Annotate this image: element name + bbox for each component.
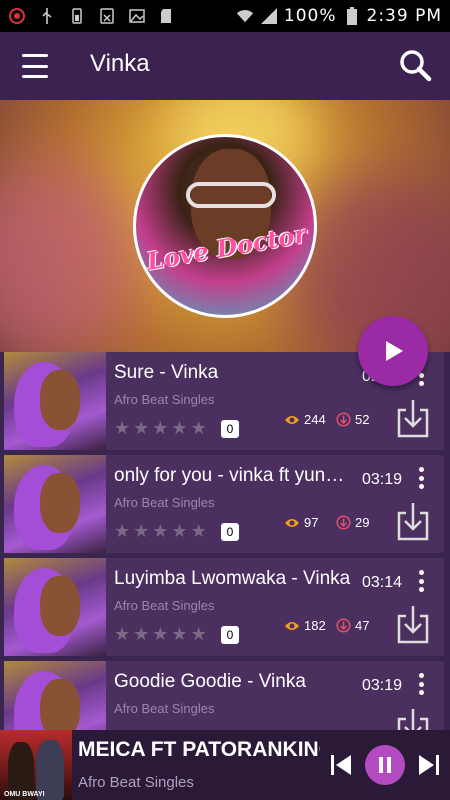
image-icon	[128, 7, 146, 25]
view-count: 97	[284, 515, 318, 530]
more-options-icon[interactable]	[418, 467, 424, 489]
song-title: Goodie Goodie - Vinka	[114, 671, 306, 692]
rating-stars[interactable]: ★ ★ ★ ★ ★	[114, 523, 207, 541]
download-icon	[397, 606, 429, 644]
thumbnail-label: OMU BWAYI	[4, 791, 45, 798]
star-icon[interactable]: ★	[152, 420, 168, 438]
usb-icon	[38, 7, 56, 25]
star-icon[interactable]: ★	[191, 420, 207, 438]
download-button[interactable]	[396, 501, 430, 541]
star-icon[interactable]: ★	[133, 626, 149, 644]
target-icon	[8, 7, 26, 25]
song-list[interactable]: Sure - Vinka Afro Beat Singles 02: ★★★★★…	[0, 352, 450, 730]
song-thumbnail	[4, 352, 106, 450]
now-playing-title: MEICA FT PATORANKING	[78, 738, 320, 761]
page-title: Vinka	[90, 50, 150, 77]
now-playing-subtitle: Afro Beat Singles	[78, 774, 194, 791]
download-circle-icon	[336, 618, 351, 633]
star-icon[interactable]: ★	[152, 626, 168, 644]
download-circle-icon	[336, 515, 351, 530]
song-title: Sure - Vinka	[114, 362, 219, 383]
download-count: 52	[336, 412, 369, 427]
star-icon[interactable]: ★	[114, 626, 130, 644]
sd-card-icon	[158, 7, 176, 25]
list-item[interactable]: only for you - vinka ft yung mulo Afro B…	[4, 455, 444, 553]
pause-icon	[379, 757, 391, 773]
star-icon[interactable]: ★	[114, 420, 130, 438]
download-button[interactable]	[396, 398, 430, 438]
album-cover: Love Doctor	[133, 134, 317, 318]
app-bar: Vinka	[0, 32, 450, 100]
star-icon[interactable]: ★	[152, 523, 168, 541]
song-subtitle: Afro Beat Singles	[114, 598, 215, 613]
play-button[interactable]	[358, 316, 428, 386]
next-button[interactable]	[416, 752, 442, 778]
list-item[interactable]: Goodie Goodie - Vinka Afro Beat Singles …	[4, 661, 444, 730]
play-icon	[386, 341, 403, 361]
song-thumbnail	[4, 661, 106, 730]
status-bar: 100% 2:39 PM	[0, 0, 450, 32]
download-count: 47	[336, 618, 369, 633]
rating-count: 0	[221, 420, 239, 438]
star-icon[interactable]: ★	[133, 420, 149, 438]
star-icon[interactable]: ★	[171, 626, 187, 644]
previous-button[interactable]	[328, 752, 354, 778]
downloads-value: 52	[355, 412, 370, 427]
eye-icon	[285, 518, 299, 527]
star-icon[interactable]: ★	[171, 523, 187, 541]
eye-icon	[285, 415, 299, 424]
downloads-value: 29	[355, 515, 370, 530]
download-circle-icon	[336, 412, 351, 427]
more-options-icon[interactable]	[418, 673, 424, 695]
skip-previous-icon	[331, 755, 351, 775]
song-duration: 03:19	[362, 471, 403, 488]
downloads-value: 47	[355, 618, 370, 633]
song-title: Luyimba Lwomwaka - Vinka	[114, 568, 351, 589]
star-icon[interactable]: ★	[191, 523, 207, 541]
song-thumbnail	[4, 558, 106, 656]
sim-icon	[98, 7, 116, 25]
clock: 2:39 PM	[366, 6, 442, 26]
download-button[interactable]	[396, 707, 430, 730]
list-item[interactable]: Luyimba Lwomwaka - Vinka Afro Beat Singl…	[4, 558, 444, 656]
download-icon	[397, 709, 429, 730]
wifi-icon	[236, 7, 254, 25]
song-duration: 03:14	[362, 574, 403, 591]
mini-player[interactable]: OMU BWAYI MEICA FT PATORANKING Afro Beat…	[0, 730, 450, 800]
search-icon[interactable]	[398, 48, 432, 82]
star-icon[interactable]: ★	[191, 626, 207, 644]
views-value: 244	[304, 412, 326, 427]
star-icon[interactable]: ★	[114, 523, 130, 541]
now-playing-thumbnail: OMU BWAYI	[0, 730, 72, 800]
menu-icon[interactable]	[22, 54, 48, 78]
star-icon[interactable]: ★	[171, 420, 187, 438]
download-count: 29	[336, 515, 369, 530]
rating-stars[interactable]: ★ ★ ★ ★ ★	[114, 420, 207, 438]
eye-icon	[285, 621, 299, 630]
song-subtitle: Afro Beat Singles	[114, 701, 215, 716]
song-duration: 03:19	[362, 677, 403, 694]
rating-stars[interactable]: ★ ★ ★ ★ ★	[114, 626, 207, 644]
song-title: only for you - vinka ft yung mulo	[114, 465, 354, 486]
view-count: 244	[284, 412, 326, 427]
download-icon	[397, 400, 429, 438]
views-value: 97	[304, 515, 319, 530]
signal-icon	[260, 7, 278, 25]
pause-button[interactable]	[365, 745, 405, 785]
star-icon[interactable]: ★	[133, 523, 149, 541]
song-subtitle: Afro Beat Singles	[114, 392, 215, 407]
battery-percent: 100%	[283, 6, 337, 26]
view-count: 182	[284, 618, 326, 633]
more-options-icon[interactable]	[418, 570, 424, 592]
song-thumbnail	[4, 455, 106, 553]
skip-next-icon	[419, 755, 439, 775]
song-subtitle: Afro Beat Singles	[114, 495, 215, 510]
rating-count: 0	[221, 523, 239, 541]
views-value: 182	[304, 618, 326, 633]
battery-icon	[343, 7, 361, 25]
rating-count: 0	[221, 626, 239, 644]
download-icon	[397, 503, 429, 541]
download-button[interactable]	[396, 604, 430, 644]
battery-saver-icon	[68, 7, 86, 25]
